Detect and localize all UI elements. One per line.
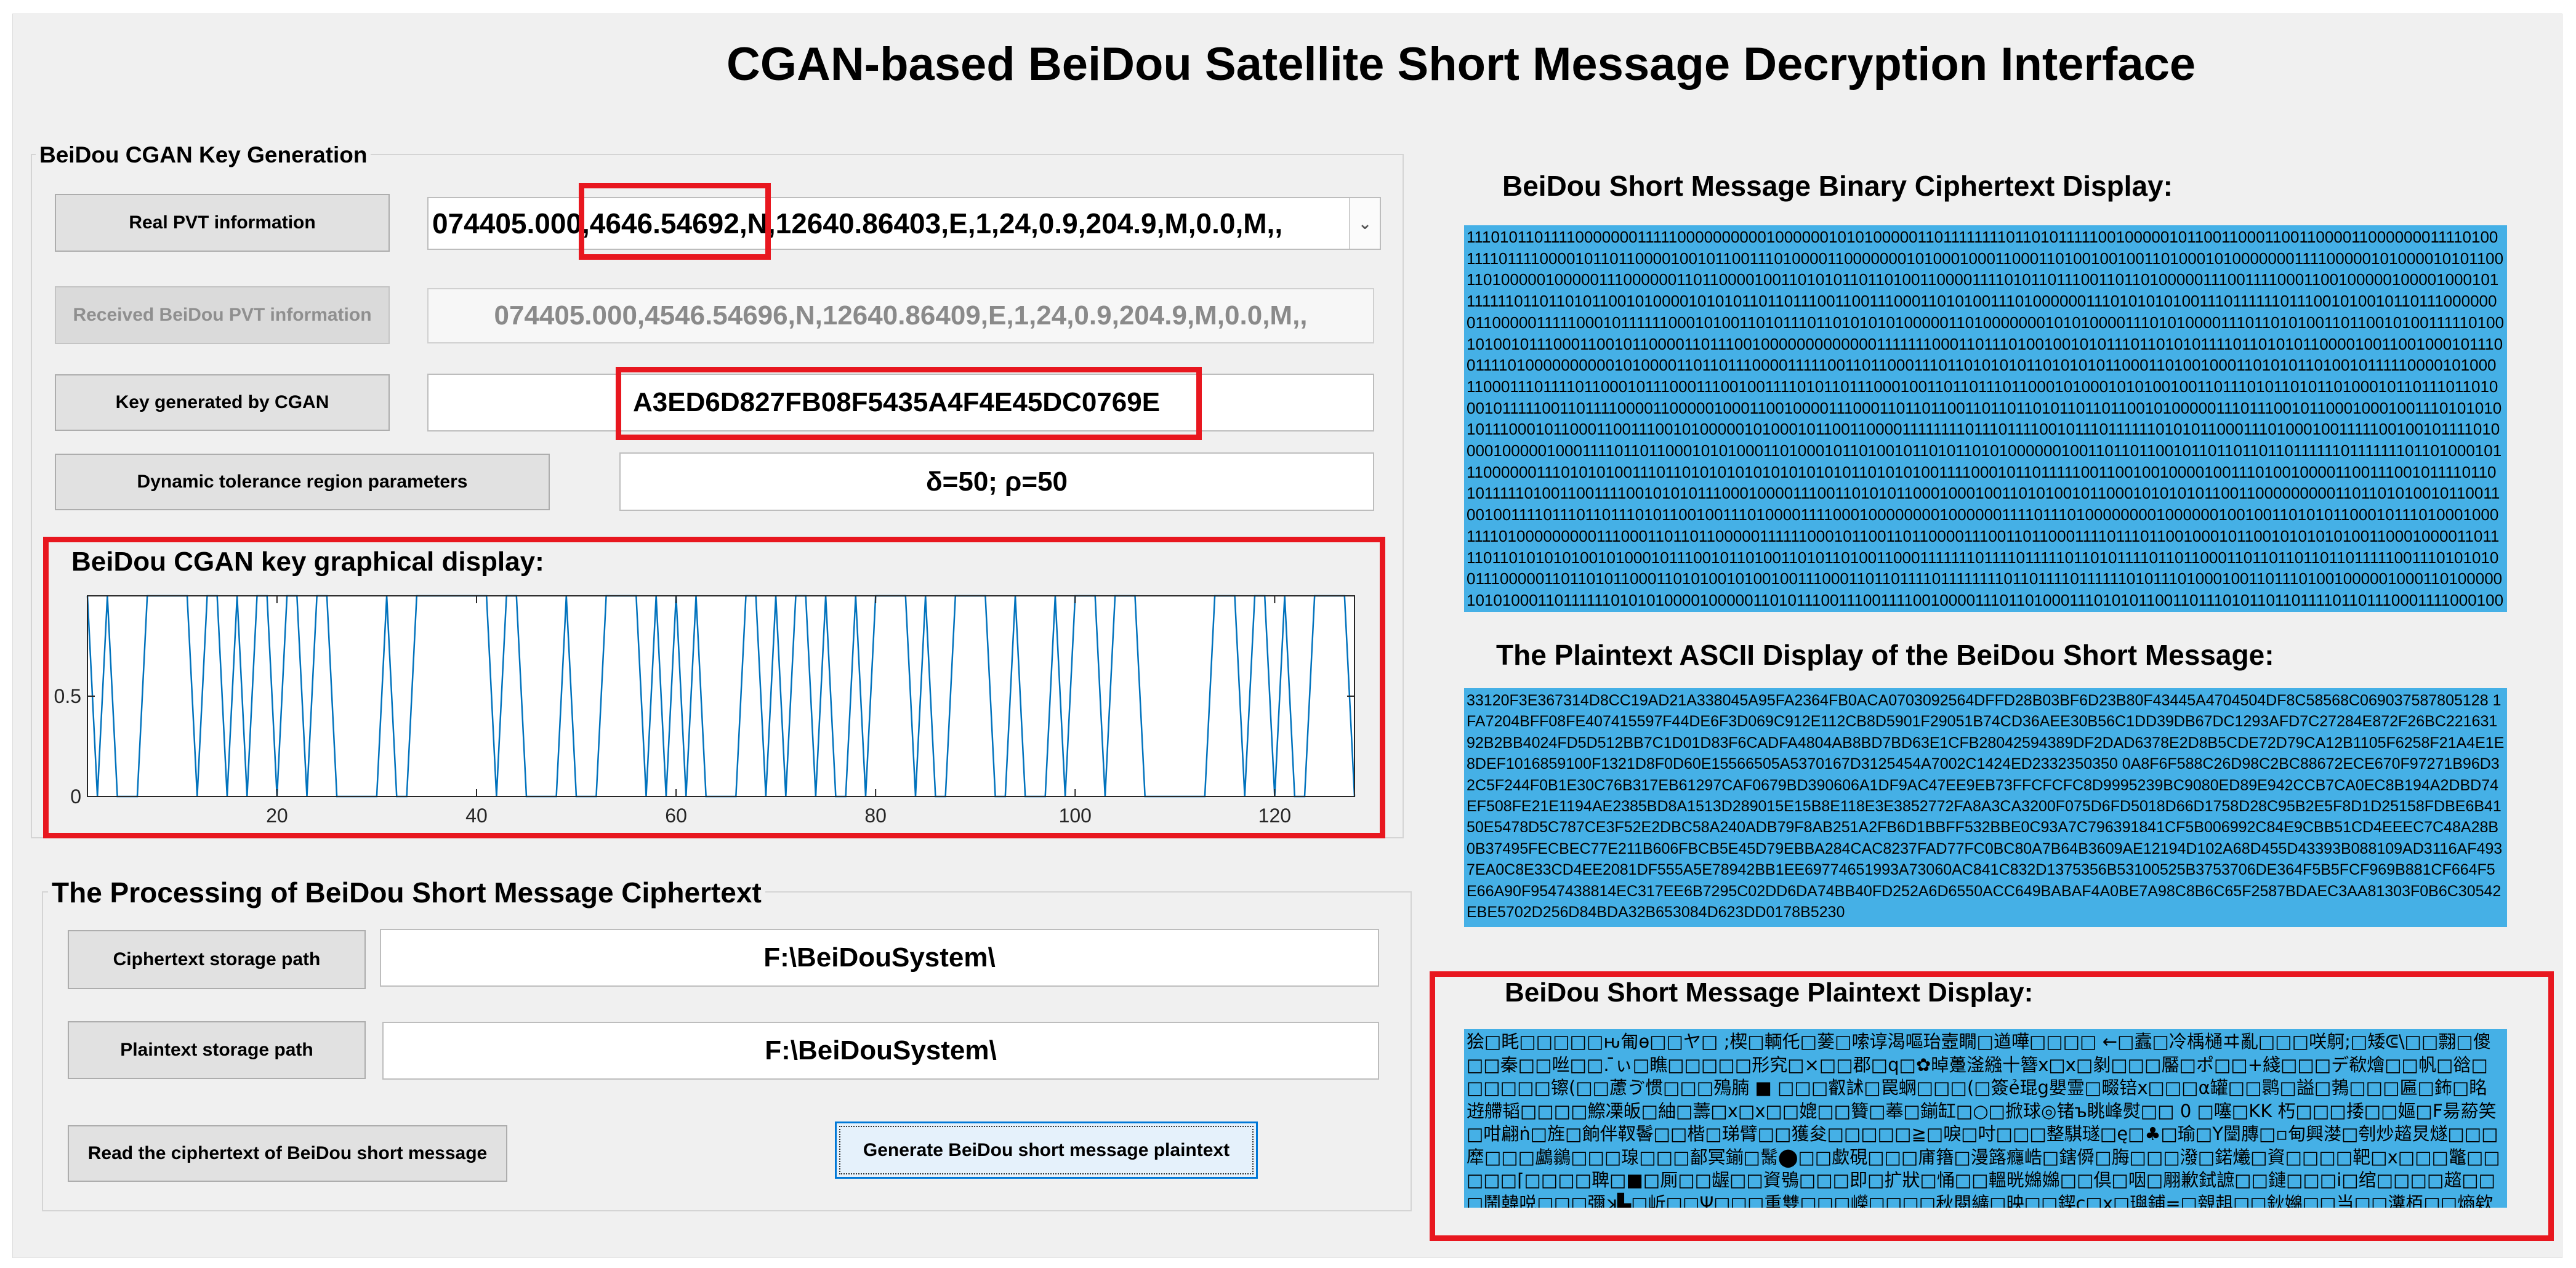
ciphertext-path-button[interactable]: Ciphertext storage path	[68, 930, 366, 989]
real-pvt-button[interactable]: Real PVT information	[55, 194, 390, 252]
binary-display-title: BeiDou Short Message Binary Ciphertext D…	[1502, 170, 2173, 202]
key-chart-title: BeiDou CGAN key graphical display:	[71, 547, 544, 577]
y-tick-label: 0	[70, 785, 81, 808]
real-pvt-dropdown[interactable]: 074405.000,4646.54692,N,12640.86403,E,1,…	[427, 197, 1381, 250]
tolerance-field: δ=50; ρ=50	[619, 452, 1374, 511]
x-tick-label: 100	[1059, 805, 1092, 827]
plaintext-display-title: BeiDou Short Message Plaintext Display:	[1505, 977, 2034, 1008]
key-generated-button[interactable]: Key generated by CGAN	[55, 374, 390, 431]
x-tick-label: 20	[266, 805, 288, 827]
x-tick-label: 120	[1258, 805, 1291, 827]
ascii-plaintext-display[interactable]: 33120F3E367314D8CC19AD21A338045A95FA2364…	[1464, 688, 2507, 927]
y-tick-label: 0.5	[54, 685, 81, 707]
ascii-display-title: The Plaintext ASCII Display of the BeiDo…	[1496, 639, 2274, 671]
x-tick-label: 80	[864, 805, 887, 827]
key-value: A3ED6D827FB08F5435A4F4E45DC0769E	[633, 387, 1161, 417]
generate-plaintext-button[interactable]: Generate BeiDou short message plaintext	[835, 1122, 1258, 1179]
chevron-down-icon[interactable]: ⌄	[1349, 198, 1380, 249]
real-pvt-value: 074405.000,4646.54692,N,12640.86403,E,1,…	[432, 207, 1283, 239]
received-pvt-field: 074405.000,4546.54696,N,12640.86409,E,1,…	[427, 288, 1374, 343]
key-chart: 20 40 60 80 100 120 0 0.5	[54, 595, 1356, 827]
received-pvt-button: Received BeiDou PVT information	[55, 286, 390, 344]
plot-area	[87, 596, 1354, 797]
key-generation-panel-title: BeiDou CGAN Key Generation	[36, 140, 371, 170]
page-title: CGAN-based BeiDou Satellite Short Messag…	[727, 38, 2196, 90]
ciphertext-path-field[interactable]: F:\BeiDouSystem\	[380, 929, 1379, 987]
x-tick-label: 60	[665, 805, 687, 827]
x-tick-label: 40	[465, 805, 488, 827]
binary-ciphertext-display[interactable]: 1110101101111000000011111000000000010000…	[1464, 225, 2507, 612]
plaintext-display[interactable]: 狯□眊□□□□□ԋ匍ѳ□□ヤ□ ;楔□輌仛□蓌□嗦谆渴嘔珆壼瞯□遒嘩□□□□ ←…	[1464, 1029, 2507, 1208]
read-ciphertext-button[interactable]: Read the ciphertext of BeiDou short mess…	[68, 1125, 507, 1182]
plaintext-path-field[interactable]: F:\BeiDouSystem\	[382, 1022, 1379, 1080]
tolerance-button[interactable]: Dynamic tolerance region parameters	[55, 454, 550, 510]
plaintext-path-button[interactable]: Plaintext storage path	[68, 1021, 366, 1079]
processing-panel-title: The Processing of BeiDou Short Message C…	[48, 875, 765, 910]
